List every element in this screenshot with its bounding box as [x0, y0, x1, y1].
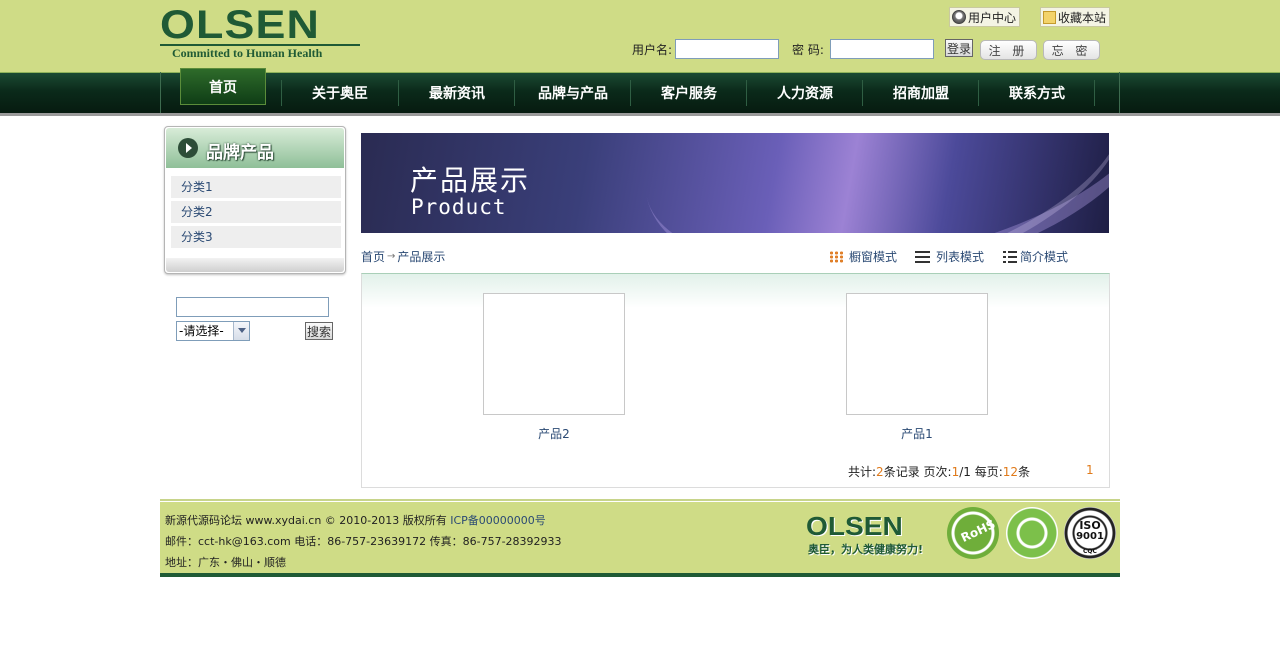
category-select[interactable]: -请选择- — [176, 321, 250, 341]
nav-item-about[interactable]: 关于奥臣 — [282, 72, 398, 113]
brand-products-panel: 品牌产品 分类1 分类2 分类3 — [164, 126, 346, 274]
banner-title-en: Product — [411, 195, 507, 219]
per-page-label: 每页: — [974, 465, 1003, 479]
list-mode-label: 列表模式 — [936, 250, 985, 264]
grid-view-icon — [829, 250, 843, 263]
password-input[interactable] — [829, 39, 934, 59]
footer-address: 地址：广东・佛山・顺德 — [165, 556, 286, 569]
search-button[interactable]: 搜索 — [305, 322, 333, 340]
user-center-label: 用户中心 — [968, 10, 1017, 25]
product-thumbnail[interactable] — [846, 293, 988, 415]
chevron-down-icon — [233, 322, 249, 340]
iso-badge-icon: ISO 9001 CQC — [1064, 507, 1116, 559]
bookmark-icon — [1043, 10, 1056, 24]
page-link[interactable]: 1 — [1086, 463, 1094, 477]
nav-divider — [1094, 80, 1095, 106]
breadcrumb-current[interactable]: 产品展示 — [397, 248, 445, 265]
olsen-logo[interactable]: OLSEN Committed to Human Health — [160, 3, 360, 60]
rohs-badge-icon: RoHS — [947, 507, 999, 559]
nav-item-franchise[interactable]: 招商加盟 — [863, 72, 979, 113]
password-label: 密 码: — [792, 42, 824, 57]
nav-item-hr[interactable]: 人力资源 — [747, 72, 863, 113]
category-link[interactable]: 分类1 — [171, 176, 341, 198]
user-center-link[interactable]: 用户中心 — [949, 7, 1021, 27]
nav-shadow — [0, 113, 1280, 116]
copyright-text: 新源代源码论坛 www.xydai.cn © 2010-2013 版权所有 — [165, 514, 451, 527]
username-input[interactable] — [675, 39, 780, 59]
user-icon — [952, 10, 966, 24]
nav-item-news[interactable]: 最新资讯 — [399, 72, 515, 113]
total-count: 2 — [876, 465, 884, 479]
product-thumbnail[interactable] — [483, 293, 625, 415]
footer-logo-slogan: 奥臣，为人类健康努力! — [808, 543, 924, 556]
list-view-icon — [915, 250, 930, 263]
panel-footer — [166, 258, 344, 272]
product-name-link[interactable]: 产品1 — [846, 425, 988, 442]
category-link[interactable]: 分类3 — [171, 226, 341, 248]
footer-copyright: 新源代源码论坛 www.xydai.cn © 2010-2013 版权所有 IC… — [165, 512, 546, 528]
category-link[interactable]: 分类2 — [171, 201, 341, 223]
register-button[interactable]: 注 册 — [980, 40, 1037, 60]
nav-item-home[interactable]: 首页 — [180, 68, 266, 105]
password-row: 密 码: — [792, 38, 934, 60]
total-label: 共计: — [848, 465, 877, 479]
breadcrumb-arrow-icon: → — [387, 251, 396, 262]
footer-contact: 邮件：cct-hk@163.com 电话：86-757-23639172 传真：… — [165, 535, 562, 548]
footer-olsen-logo: OLSEN 奥臣，为人类健康努力! — [806, 511, 928, 558]
icp-link[interactable]: ICP备00000000号 — [450, 514, 546, 527]
grid-mode-link[interactable]: 橱窗模式 — [829, 248, 897, 265]
product-name-link[interactable]: 产品2 — [483, 425, 625, 442]
brief-mode-link[interactable]: 简介模式 — [1003, 248, 1068, 265]
footer-bottom-bar — [160, 573, 1120, 577]
breadcrumb: 首页 → 产品展示 — [361, 248, 445, 265]
grid-mode-label: 橱窗模式 — [849, 250, 898, 264]
banner-title-cn: 产品展示 — [410, 164, 531, 197]
environment-badge-icon — [1006, 507, 1058, 559]
product-banner: 产品展示 Product — [361, 133, 1109, 233]
username-label: 用户名: — [632, 42, 673, 57]
username-row: 用户名: — [632, 38, 780, 60]
iso-badge-number: 9001 — [1076, 531, 1104, 542]
rohs-badge-text: RoHS — [958, 517, 998, 545]
page-label: 页次: — [923, 465, 952, 479]
footer-divider — [160, 499, 1120, 501]
bookmark-link[interactable]: 收藏本站 — [1040, 7, 1111, 27]
play-circle-icon — [178, 138, 198, 158]
record-unit: 条记录 — [883, 465, 920, 479]
panel-header: 品牌产品 — [166, 128, 344, 168]
search-input[interactable] — [176, 297, 329, 317]
bookmark-label: 收藏本站 — [1058, 10, 1107, 25]
login-button[interactable]: 登录 — [945, 39, 973, 57]
panel-title: 品牌产品 — [206, 143, 274, 163]
nav-menu: 关于奥臣 最新资讯 品牌与产品 客户服务 人力资源 招商加盟 联系方式 — [160, 72, 1120, 113]
nav-item-contact[interactable]: 联系方式 — [979, 72, 1095, 113]
product-list-panel — [361, 273, 1110, 488]
brief-mode-label: 简介模式 — [1020, 250, 1069, 264]
per-page-count: 12 — [1002, 465, 1019, 479]
iso-badge-bottom: CQC — [1083, 548, 1097, 555]
category-select-value: -请选择- — [179, 324, 224, 338]
detail-view-icon — [1003, 250, 1017, 263]
per-page-unit: 条 — [1018, 465, 1031, 479]
nav-item-products[interactable]: 品牌与产品 — [515, 72, 631, 113]
logo-tagline: Committed to Human Health — [172, 46, 323, 60]
pagination-info: 共计:2条记录 页次:1/1 每页:12条 — [848, 463, 1030, 480]
nav-item-service[interactable]: 客户服务 — [631, 72, 747, 113]
logo-wordmark: OLSEN — [160, 3, 320, 47]
footer-logo-wordmark: OLSEN — [806, 511, 903, 541]
forgot-password-button[interactable]: 忘 密 — [1043, 40, 1100, 60]
page-total: /1 — [959, 465, 971, 479]
list-mode-link[interactable]: 列表模式 — [915, 248, 984, 265]
breadcrumb-home[interactable]: 首页 — [361, 248, 385, 265]
